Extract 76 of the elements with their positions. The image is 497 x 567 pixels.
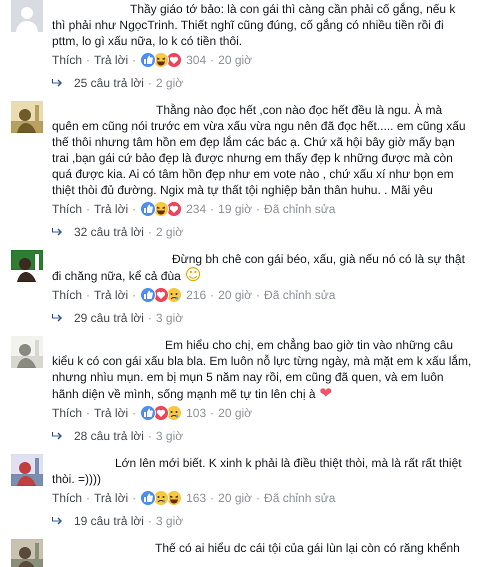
like-link[interactable]: Thích xyxy=(52,200,82,218)
separator-dot: · xyxy=(132,201,136,218)
replies-link[interactable]: 32 câu trả lời xyxy=(74,223,144,241)
separator-dot: · xyxy=(86,52,90,69)
sad-reaction-icon xyxy=(166,405,182,421)
separator-dot: · xyxy=(86,490,90,507)
separator-dot: · xyxy=(256,287,260,304)
time-text: 20 giờ xyxy=(218,52,252,69)
reply-arrow-icon xyxy=(52,432,62,440)
separator-dot: · xyxy=(148,310,152,327)
separator-dot: · xyxy=(132,287,136,304)
reply-link[interactable]: Trả lời xyxy=(94,51,128,69)
reply-arrow-icon xyxy=(52,79,62,87)
separator-dot: · xyxy=(86,201,90,218)
heart-reaction-icon xyxy=(166,52,182,68)
separator-dot: · xyxy=(86,287,90,304)
separator-dot: · xyxy=(148,428,152,445)
time-text: 20 giờ xyxy=(218,405,252,422)
heart-reaction-icon xyxy=(166,201,182,217)
sad-reaction-icon xyxy=(153,490,170,506)
reply-arrow-icon xyxy=(52,228,62,236)
time-text: 20 giờ xyxy=(218,490,252,507)
like-link[interactable]: Thích xyxy=(52,51,82,69)
laughing-reaction-icon xyxy=(153,52,170,68)
replies-link[interactable]: 19 câu trả lời xyxy=(74,512,144,530)
time-text: 20 giờ xyxy=(218,287,252,304)
replies-time: 2 giờ xyxy=(156,224,184,241)
separator-dot: · xyxy=(86,405,90,422)
comment-text: Thằng nào đọc hết ,con nào đọc hết đều là ngu. À mà quên em cũng nói trước em vừa xấu vừa ngu nên đã đọc hết..... em cũng xấu thế thôi nhưng tâm hồn em đẹp lắm các bác ạ. Chứ xã hội bây giờ mấy bạn trai ,bạn gái cứ bảo đẹp là được nhưng em thấy đẹp k những được mà còn quá được kia. Ai có tâm hồn đẹp như em vote nào , chứ xấu xí như bọn em thiệt thòi đủ đường. Ngix mà tự thất tội nghiệp bản thân huhu. . Mãi yêu xyxy=(52,102,467,198)
replies-time: 2 giờ xyxy=(156,75,184,92)
comment-text: Thế có ai hiểu dc cái tội của gái lùn lại còn có răng khểnh xyxy=(154,540,461,556)
reply-arrow-icon xyxy=(52,517,62,525)
separator-dot: · xyxy=(132,52,136,69)
separator-dot: · xyxy=(210,287,214,304)
like-reaction-icon xyxy=(140,287,156,303)
smiley-emoji: ☺ xyxy=(184,265,202,284)
comment-text: Thầy giáo tớ bảo: là con gái thì càng cần phải cố gắng, nếu k thì phải như NgọcTrinh. Thiết nghĩ cũng đúng, cố gắng có nhiều tiền rồi đi pttm, lo gì xấu nữa, lo k có tiền thôi. xyxy=(52,1,456,49)
like-link[interactable]: Thích xyxy=(52,489,82,507)
separator-dot: · xyxy=(148,224,152,241)
reply-link[interactable]: Trả lời xyxy=(94,404,128,422)
separator-dot: · xyxy=(256,490,260,507)
like-link[interactable]: Thích xyxy=(52,404,82,422)
reply-link[interactable]: Trả lời xyxy=(94,286,128,304)
like-reaction-icon xyxy=(140,405,156,421)
reply-link[interactable]: Trả lời xyxy=(94,489,128,507)
like-reaction-icon xyxy=(140,490,156,506)
separator-dot: · xyxy=(210,490,214,507)
like-reaction-icon xyxy=(140,201,156,217)
sad-reaction-icon xyxy=(166,287,182,303)
heart-reaction-icon xyxy=(153,287,170,303)
separator-dot: · xyxy=(210,201,214,218)
comment-text: Lớn lên mới biết. K xinh k phải là điều thiệt thòi, mà là rất rất thiệt thòi. =)))) xyxy=(52,455,463,487)
reply-link[interactable]: Trả lời xyxy=(94,200,128,218)
separator-dot: · xyxy=(256,201,260,218)
like-link[interactable]: Thích xyxy=(52,286,82,304)
replies-time: 3 giờ xyxy=(156,428,184,445)
separator-dot: · xyxy=(132,490,136,507)
replies-link[interactable]: 29 câu trả lời xyxy=(74,309,144,327)
reply-arrow-icon xyxy=(52,314,62,322)
heart-emoji: ❤ xyxy=(320,384,332,402)
time-text: 19 giờ xyxy=(218,201,252,218)
separator-dot: · xyxy=(148,513,152,530)
comment-text: Đừng bh chê con gái béo, xấu, già nếu nó có là sự thật đi chăng nữa, kể cả đùa ☺ xyxy=(52,251,466,284)
like-reaction-icon xyxy=(140,52,156,68)
separator-dot: · xyxy=(210,405,214,422)
replies-time: 3 giờ xyxy=(156,310,184,327)
laughing-reaction-icon xyxy=(153,201,170,217)
replies-time: 3 giờ xyxy=(156,513,184,530)
separator-dot: · xyxy=(210,52,214,69)
replies-link[interactable]: 28 câu trả lời xyxy=(74,427,144,445)
separator-dot: · xyxy=(148,75,152,92)
heart-reaction-icon xyxy=(153,405,170,421)
laughing-reaction-icon xyxy=(166,490,182,506)
separator-dot: · xyxy=(132,405,136,422)
comment-text: Em hiểu cho chị, em chẳng bao giờ tin vào những câu kiểu k có con gái xấu bla bla. Em luôn nỗ lực từng ngày, mà mặt em k xấu lắm, nhưng nhìu mụn. em bị mụn 5 năm nay rồi, em cũng đã quen, và em luôn hãnh diện về mình, sống mạnh mẽ tự tin lên chị à ❤ xyxy=(52,337,472,402)
replies-link[interactable]: 25 câu trả lời xyxy=(74,74,144,92)
